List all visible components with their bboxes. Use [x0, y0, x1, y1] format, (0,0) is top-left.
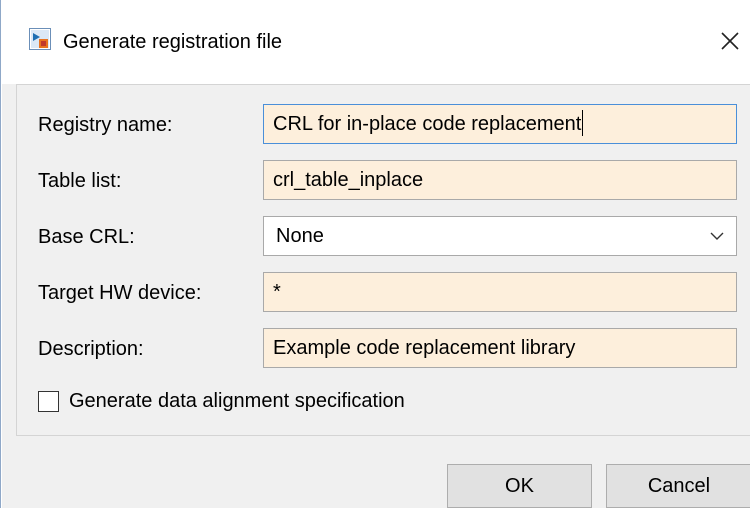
table-list-value: crl_table_inplace [273, 169, 424, 191]
data-alignment-label[interactable]: Generate data alignment specification [69, 389, 405, 413]
description-value: Example code replacement library [273, 337, 576, 359]
registry-name-field[interactable]: CRL for in-place code replacement [263, 104, 737, 144]
close-icon [721, 32, 739, 50]
base-crl-selected: None [276, 225, 324, 247]
description-label: Description: [38, 338, 144, 360]
ok-button[interactable]: OK [447, 464, 592, 508]
description-field[interactable]: Example code replacement library [263, 328, 737, 368]
target-hw-device-field[interactable]: * [263, 272, 737, 312]
target-hw-device-value: * [273, 281, 281, 303]
simulink-app-icon [29, 28, 51, 50]
target-hw-device-label: Target HW device: [38, 282, 202, 304]
dialog-body: Registry name: CRL for in-place code rep… [2, 84, 750, 508]
close-button[interactable] [715, 26, 745, 56]
registration-dialog: Generate registration file Registry name… [0, 0, 750, 508]
table-list-label: Table list: [38, 170, 122, 192]
chevron-down-icon [710, 232, 724, 240]
cancel-button[interactable]: Cancel [606, 464, 750, 508]
data-alignment-checkbox[interactable] [38, 390, 59, 412]
registry-name-label: Registry name: [38, 114, 173, 136]
title-bar[interactable]: Generate registration file [1, 0, 750, 84]
table-list-field[interactable]: crl_table_inplace [263, 160, 737, 200]
data-alignment-option: Generate data alignment specification [38, 388, 405, 414]
window-title: Generate registration file [63, 31, 283, 53]
base-crl-select[interactable]: None [263, 216, 737, 256]
base-crl-label: Base CRL: [38, 226, 135, 248]
registry-name-value: CRL for in-place code replacement [273, 113, 582, 135]
text-caret [582, 109, 584, 136]
